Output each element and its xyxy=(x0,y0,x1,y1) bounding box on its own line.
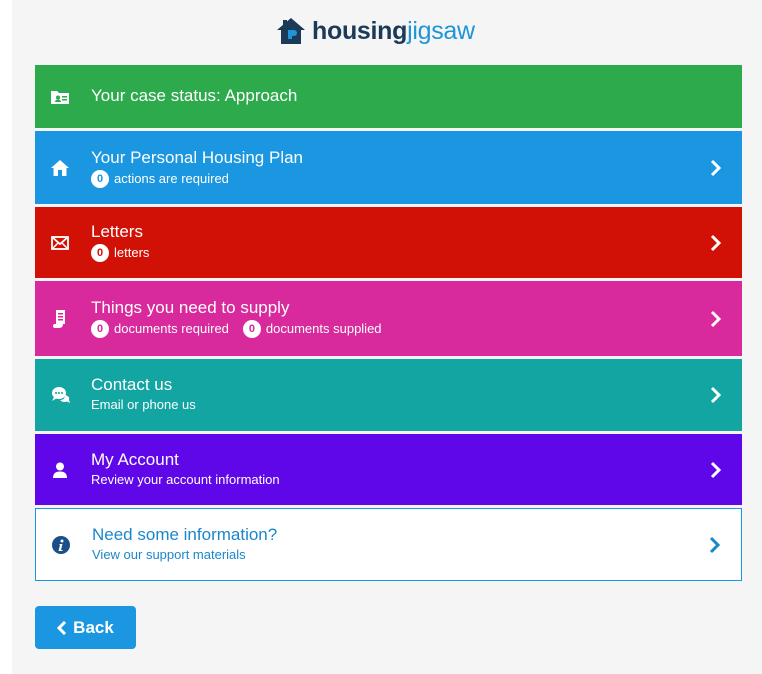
logo-wordmark: housingjigsaw xyxy=(312,16,475,45)
chevron-right-icon xyxy=(709,536,721,553)
letters-count-badge: 0 xyxy=(91,244,109,262)
chevron-right-icon xyxy=(710,159,722,176)
contact-us-tile[interactable]: Contact us Email or phone us xyxy=(35,359,742,431)
user-icon xyxy=(50,460,70,480)
documents-required-label: documents required xyxy=(114,321,229,336)
letters-suffix: letters xyxy=(114,245,150,260)
support-materials-tile[interactable]: Need some information? View our support … xyxy=(35,508,742,581)
case-status-label: Your case status: Approach xyxy=(91,86,298,105)
documents-supplied-badge: 0 xyxy=(242,320,261,338)
info-subtitle: View our support materials xyxy=(92,547,246,562)
plan-count-badge: 0 xyxy=(91,170,109,188)
info-icon xyxy=(51,535,71,555)
letters-tile[interactable]: Letters 0 letters xyxy=(35,207,742,278)
account-subtitle: Review your account information xyxy=(91,472,280,487)
plan-title: Your Personal Housing Plan xyxy=(91,148,304,167)
chevron-right-icon xyxy=(710,386,722,404)
things-to-supply-tile[interactable]: Things you need to supply 0 documents req… xyxy=(35,281,742,356)
contact-subtitle: Email or phone us xyxy=(91,397,196,412)
personal-housing-plan-tile[interactable]: Your Personal Housing Plan 0 actions are … xyxy=(35,131,742,204)
account-title: My Account xyxy=(91,450,179,469)
chevron-right-icon xyxy=(710,461,722,478)
case-status-tile: Your case status: Approach xyxy=(35,65,742,128)
back-button[interactable]: Back xyxy=(35,606,136,649)
chat-bubbles-icon xyxy=(50,385,70,405)
chevron-right-icon xyxy=(710,234,722,251)
home-icon xyxy=(50,158,70,178)
document-scroll-icon xyxy=(50,309,70,329)
envelope-icon xyxy=(50,233,70,253)
letters-title: Letters xyxy=(91,222,143,241)
chevron-left-icon xyxy=(57,620,67,635)
housing-jigsaw-logo: housingjigsaw xyxy=(276,14,475,48)
my-account-tile[interactable]: My Account Review your account informati… xyxy=(35,434,742,505)
back-label: Back xyxy=(73,617,114,637)
contact-title: Contact us xyxy=(91,375,173,394)
documents-required-badge: 0 xyxy=(91,320,109,338)
supply-title: Things you need to supply xyxy=(91,298,290,317)
chevron-right-icon xyxy=(710,310,722,327)
info-title: Need some information? xyxy=(92,525,278,544)
plan-suffix: actions are required xyxy=(114,171,229,186)
folder-id-icon xyxy=(50,87,70,107)
documents-supplied-label: documents supplied xyxy=(265,321,382,336)
house-jigsaw-icon xyxy=(277,18,305,44)
